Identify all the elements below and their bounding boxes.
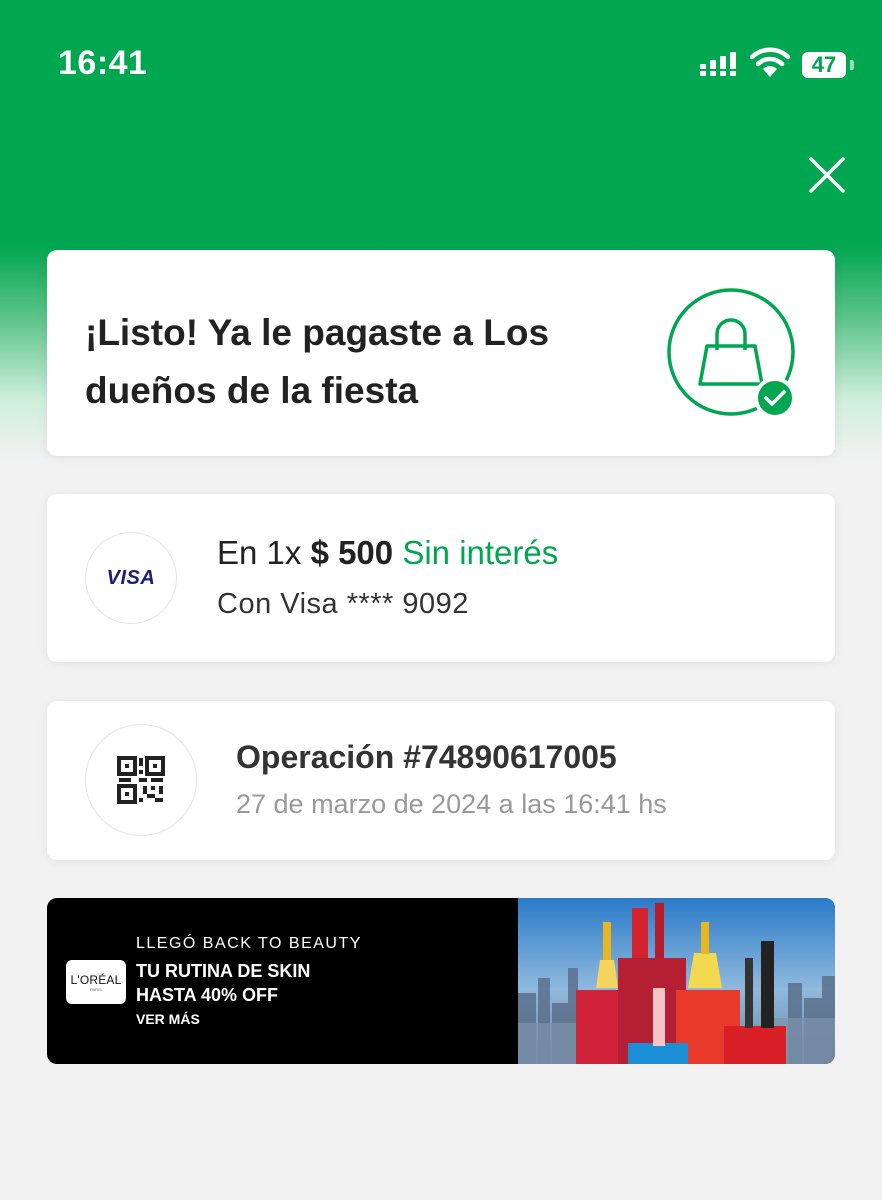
qr-code-icon bbox=[117, 756, 165, 804]
payment-card: VISA En 1x $ 500 Sin interés Con Visa **… bbox=[47, 494, 835, 662]
banner-headline-2: HASTA 40% OFF bbox=[136, 985, 279, 1005]
interest-text: Sin interés bbox=[402, 534, 559, 571]
wifi-icon bbox=[750, 47, 790, 77]
status-bar: 16:41 47 bbox=[0, 0, 882, 130]
shopping-bag-check-icon bbox=[667, 288, 796, 419]
beauty-products-image bbox=[518, 898, 835, 1064]
card-info: Con Visa **** 9092 bbox=[217, 588, 469, 620]
visa-brand-text: VISA bbox=[106, 566, 156, 589]
payment-amount: $ 500 bbox=[310, 534, 394, 571]
payment-summary: En 1x $ 500 Sin interés bbox=[217, 534, 558, 572]
success-card: ¡Listo! Ya le pagaste a Los dueños de la… bbox=[47, 250, 835, 456]
banner-headline-1: TU RUTINA DE SKIN bbox=[136, 961, 311, 981]
close-button[interactable] bbox=[806, 154, 848, 196]
loreal-logo: L'ORÉAL PARIS bbox=[66, 960, 126, 1004]
cellular-signal-icon bbox=[700, 52, 736, 76]
close-icon bbox=[809, 157, 845, 193]
qr-icon-circle bbox=[85, 724, 197, 836]
operation-number: Operación #74890617005 bbox=[236, 739, 617, 775]
installments-text: En 1x bbox=[217, 534, 302, 571]
status-time: 16:41 bbox=[58, 44, 148, 82]
battery-icon: 47 bbox=[802, 52, 846, 78]
operation-date: 27 de marzo de 2024 a las 16:41 hs bbox=[236, 789, 667, 819]
operation-card: Operación #74890617005 27 de marzo de 20… bbox=[47, 701, 835, 860]
promo-banner[interactable]: L'ORÉAL PARIS LLEGÓ BACK TO BEAUTY TU RU… bbox=[47, 898, 835, 1064]
visa-logo: VISA bbox=[85, 532, 177, 624]
banner-cta[interactable]: VER MÁS bbox=[136, 1011, 200, 1027]
loreal-sub-text: PARIS bbox=[90, 987, 102, 992]
banner-kicker: LLEGÓ BACK TO BEAUTY bbox=[136, 935, 362, 952]
success-title: ¡Listo! Ya le pagaste a Los dueños de la… bbox=[85, 312, 550, 411]
loreal-brand-text: L'ORÉAL bbox=[70, 973, 122, 987]
battery-nub bbox=[850, 60, 854, 70]
